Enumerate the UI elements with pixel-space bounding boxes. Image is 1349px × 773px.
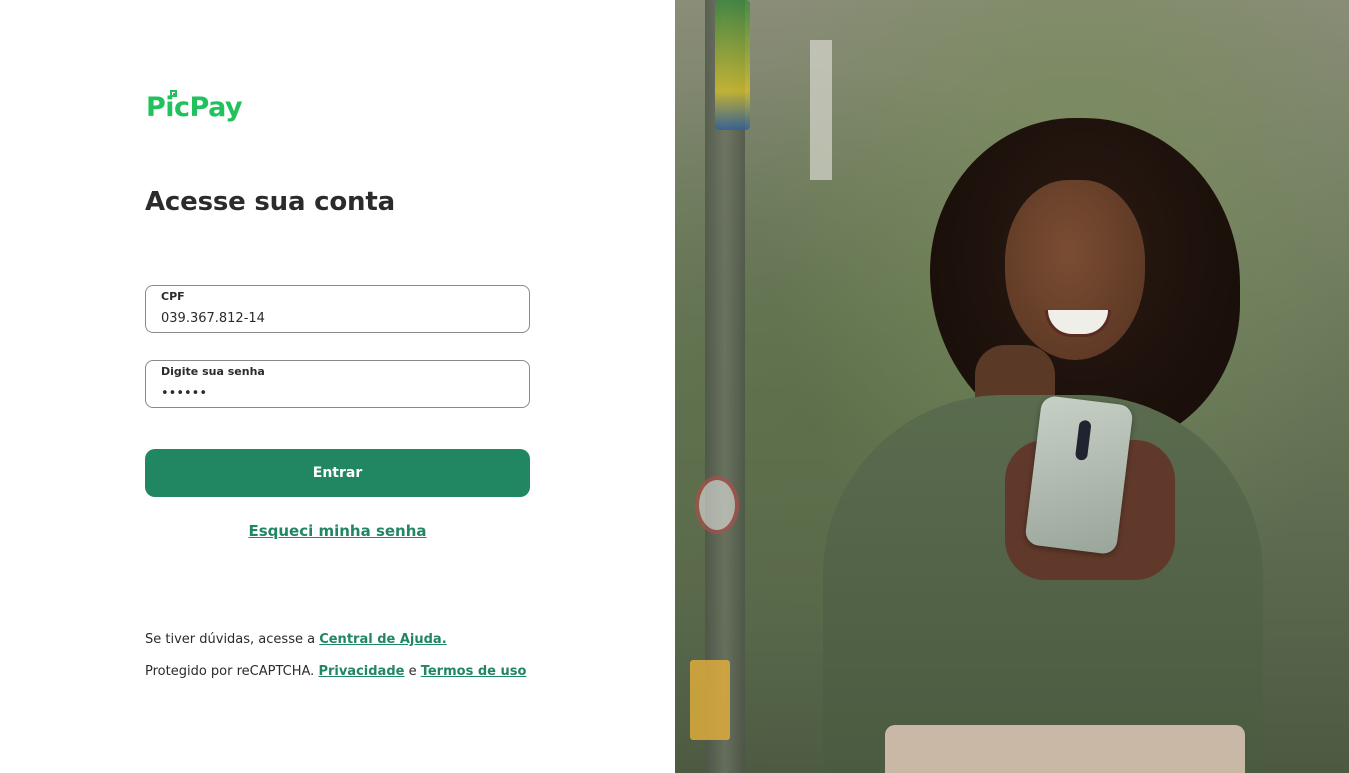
picpay-logo: PicPay — [146, 88, 243, 128]
conjunction-text: e — [404, 664, 421, 679]
person-waist — [885, 725, 1245, 773]
phone-icon — [1024, 394, 1134, 556]
page-title: Acesse sua conta — [145, 187, 395, 217]
hero-image — [675, 0, 1349, 773]
cpf-field[interactable]: CPF — [145, 285, 530, 333]
password-label: Digite sua senha — [161, 365, 265, 378]
terms-link[interactable]: Termos de uso — [421, 664, 527, 679]
help-prefix: Se tiver dúvidas, acesse a — [145, 632, 320, 647]
password-field[interactable]: Digite sua senha — [145, 360, 530, 408]
login-page: PicPay Acesse sua conta CPF Digite sua s… — [0, 0, 1349, 773]
traffic-light-icon — [690, 660, 730, 740]
password-input[interactable] — [161, 383, 511, 403]
traffic-sign-icon — [695, 476, 739, 534]
cpf-label: CPF — [161, 290, 185, 303]
building-column — [810, 40, 832, 180]
logo-text: PicPay — [146, 92, 243, 123]
privacy-link[interactable]: Privacidade — [318, 664, 404, 679]
help-text: Se tiver dúvidas, acesse a Central de Aj… — [145, 632, 447, 647]
login-panel: PicPay Acesse sua conta CPF Digite sua s… — [0, 0, 675, 773]
flag-icon — [715, 0, 750, 130]
recaptcha-text: Protegido por reCAPTCHA. Privacidade e T… — [145, 664, 526, 679]
help-center-link[interactable]: Central de Ajuda. — [319, 632, 446, 647]
forgot-password-link[interactable]: Esqueci minha senha — [145, 522, 530, 540]
qr-mark-icon — [170, 90, 177, 97]
phone-camera-icon — [1074, 419, 1092, 461]
recaptcha-prefix: Protegido por reCAPTCHA. — [145, 664, 319, 679]
cpf-input[interactable] — [161, 308, 511, 328]
login-button[interactable]: Entrar — [145, 449, 530, 497]
